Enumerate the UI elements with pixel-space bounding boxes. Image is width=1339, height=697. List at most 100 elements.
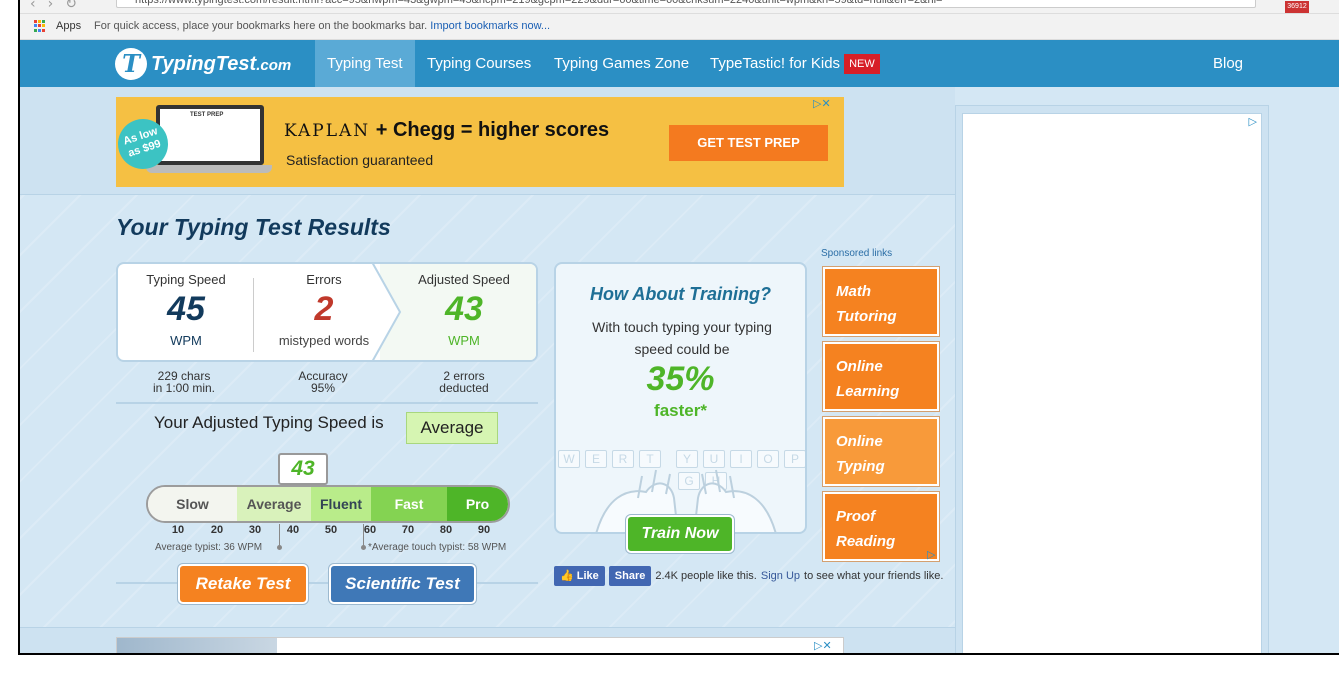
- adchoices-icon[interactable]: ▷: [927, 549, 935, 561]
- scale-segment-slow: Slow: [148, 487, 237, 521]
- logo-suffix-text: .com: [256, 56, 292, 74]
- facebook-social-bar: 👍 Like Share 2.4K people like this. Sign…: [554, 566, 943, 586]
- training-faster: faster*: [654, 401, 707, 420]
- bookmarks-bar: Apps For quick access, place your bookma…: [20, 14, 1339, 40]
- typing-speed-value: 45: [167, 290, 205, 328]
- adchoices-icon[interactable]: ▷✕: [814, 640, 832, 652]
- like-label: Like: [576, 570, 599, 582]
- nav-blog[interactable]: Blog: [1201, 40, 1255, 87]
- keyboard-key: P: [784, 450, 805, 468]
- kaplan-brand: KAPLAN: [284, 121, 371, 141]
- keyboard-key: W: [558, 450, 580, 468]
- nav-typetastic-kids[interactable]: TypeTastic! for Kids NEW: [698, 40, 892, 87]
- signup-tail-text: to see what your friends like.: [804, 570, 944, 582]
- scale-tick: 20: [210, 524, 224, 536]
- sponsored-link-online-typing[interactable]: Online Typing: [823, 417, 939, 486]
- typing-speed-label: Typing Speed: [146, 272, 226, 287]
- sponsored-link-line: Online: [836, 433, 883, 450]
- logo-t-icon: T: [115, 48, 147, 80]
- bookmarks-hint: For quick access, place your bookmarks h…: [94, 20, 550, 32]
- laptop-screen-label: TEST PREP: [190, 112, 224, 118]
- facebook-like-button[interactable]: 👍 Like: [554, 566, 605, 586]
- import-bookmarks-link[interactable]: Import bookmarks now...: [430, 20, 550, 32]
- average-touch-typist-label: *Average touch typist: 58 WPM: [368, 542, 507, 553]
- retake-test-button[interactable]: Retake Test: [178, 564, 308, 604]
- sponsored-links-label: Sponsored links: [821, 248, 893, 259]
- average-touch-typist-dot: [361, 545, 366, 550]
- scale-tick: 90: [477, 524, 491, 536]
- apps-grid-icon[interactable]: [34, 20, 46, 32]
- train-now-button[interactable]: Train Now: [626, 515, 734, 553]
- facebook-signup-link[interactable]: Sign Up: [761, 570, 800, 582]
- ad-subtitle: Satisfaction guaranteed: [286, 152, 434, 168]
- adjusted-speed-sentence: Your Adjusted Typing Speed is: [154, 413, 384, 432]
- browser-window: ‹›↻ https://www.typingtest.com/result.ht…: [18, 0, 1339, 655]
- training-percent: 35%: [646, 360, 715, 398]
- ad-sidebar[interactable]: ▷: [962, 113, 1262, 653]
- nav-typing-courses[interactable]: Typing Courses: [415, 40, 543, 87]
- logo-main-text: TypingTest: [151, 52, 257, 75]
- sponsored-link-line: Tutoring: [836, 308, 897, 325]
- speed-scale: Slow Average Fluent Fast Pro: [146, 485, 510, 523]
- sponsored-link-proof-reading[interactable]: Proof Reading: [823, 492, 939, 561]
- scale-tick: 40: [286, 524, 300, 536]
- adjusted-speed-stat: Adjusted Speed 43 WPM: [398, 264, 530, 348]
- nav-typing-games-zone[interactable]: Typing Games Zone: [542, 40, 701, 87]
- adjusted-speed-value: 43: [445, 290, 483, 328]
- sponsored-link-line: Reading: [836, 533, 896, 550]
- adchoices-icon[interactable]: ▷: [1249, 116, 1257, 128]
- chars-substat: 229 chars in 1:00 min.: [118, 370, 250, 394]
- chegg-brand: Chegg: [392, 119, 456, 141]
- scale-segment-average: Average: [237, 487, 311, 521]
- like-count-text: 2.4K people like this.: [655, 570, 757, 582]
- page-content: TEST PREP As low as $99 KAPLAN + Chegg =…: [20, 87, 1339, 653]
- scientific-test-button[interactable]: Scientific Test: [329, 564, 476, 604]
- scale-tick: 80: [439, 524, 453, 536]
- scale-segment-fluent: Fluent: [311, 487, 371, 521]
- ad-banner-top[interactable]: TEST PREP As low as $99 KAPLAN + Chegg =…: [116, 97, 844, 187]
- training-title: How About Training?: [590, 284, 771, 304]
- adchoices-icon[interactable]: ▷✕: [813, 98, 831, 110]
- headline-tail: = higher scores: [460, 119, 610, 141]
- site-header: T TypingTest.com Typing Test Typing Cour…: [20, 40, 1339, 87]
- extension-badge[interactable]: 36912: [1285, 1, 1309, 13]
- sponsored-link-online-learning[interactable]: Online Learning: [823, 342, 939, 411]
- scale-segment-pro: Pro: [447, 487, 508, 521]
- facebook-share-button[interactable]: Share: [608, 566, 652, 586]
- speed-marker: 43: [278, 453, 328, 485]
- back-forward-icons[interactable]: ‹›↻: [30, 0, 89, 12]
- errors-deducted-substat: 2 errors deducted: [398, 370, 530, 394]
- speed-level-badge: Average: [406, 412, 498, 444]
- bookmarks-hint-text: For quick access, place your bookmarks h…: [94, 20, 428, 32]
- ad-headline: KAPLAN + Chegg = higher scores: [284, 119, 609, 142]
- sponsored-link-math-tutoring[interactable]: Math Tutoring: [823, 267, 939, 336]
- site-logo[interactable]: T TypingTest.com: [115, 48, 291, 80]
- chars-duration: in 1:00 min.: [152, 381, 216, 395]
- stats-box: Typing Speed 45 WPM Errors 2 mistyped wo…: [116, 262, 538, 362]
- sponsored-link-line: Typing: [836, 458, 885, 475]
- get-test-prep-button[interactable]: GET TEST PREP: [669, 125, 828, 161]
- typing-speed-stat: Typing Speed 45 WPM: [120, 264, 252, 348]
- brand-plus: +: [375, 119, 388, 141]
- apps-label[interactable]: Apps: [56, 20, 81, 32]
- adjusted-speed-unit: WPM: [448, 333, 480, 348]
- accuracy-value: 95%: [310, 381, 336, 395]
- nav-typing-test[interactable]: Typing Test: [315, 40, 415, 87]
- url-input[interactable]: https://www.typingtest.com/result.html?a…: [116, 0, 1256, 8]
- scale-tick: 70: [401, 524, 415, 536]
- ad-banner-bottom[interactable]: ▷✕: [116, 637, 844, 653]
- errors-deducted-label: deducted: [439, 381, 489, 395]
- training-body: With touch typing your typing speed coul…: [592, 319, 772, 357]
- address-bar-area: ‹›↻ https://www.typingtest.com/result.ht…: [20, 0, 1339, 14]
- accuracy-substat: Accuracy 95%: [257, 370, 389, 394]
- average-typist-dot: [277, 545, 282, 550]
- sponsored-link-line: Proof: [836, 508, 876, 525]
- adjusted-speed-label: Adjusted Speed: [418, 272, 510, 287]
- typing-speed-unit: WPM: [170, 333, 202, 348]
- sponsored-link-line: Math: [836, 283, 871, 300]
- scale-tick: 10: [171, 524, 185, 536]
- training-promo[interactable]: How About Training? With touch typing yo…: [554, 262, 807, 534]
- scale-tick: 50: [324, 524, 338, 536]
- new-badge: NEW: [844, 54, 880, 74]
- nav-typetastic-label: TypeTastic! for Kids: [710, 55, 841, 72]
